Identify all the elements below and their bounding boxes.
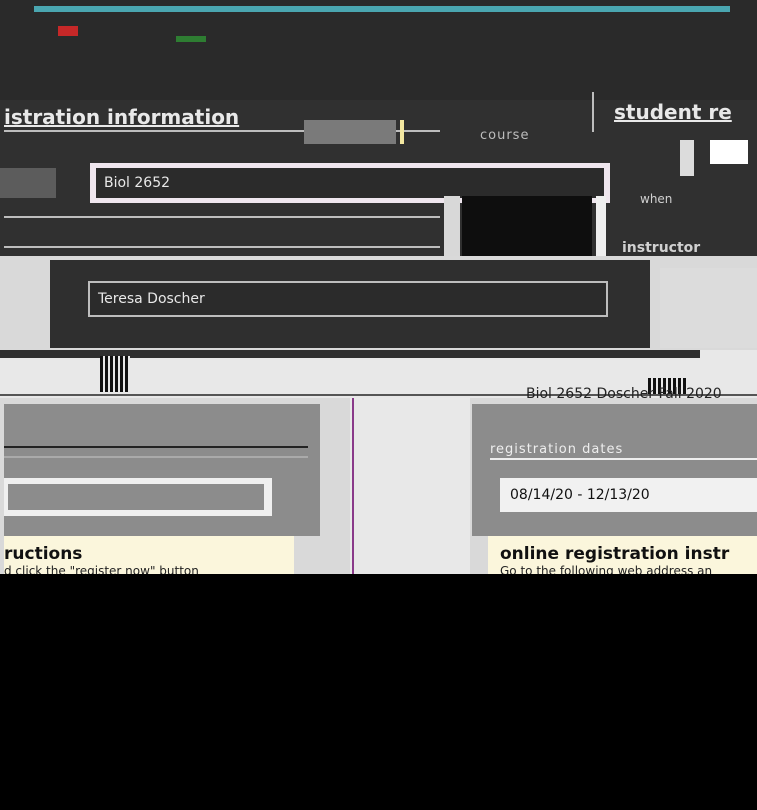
online-registration-heading: online registration instr [500, 544, 730, 564]
divider-block [400, 120, 404, 144]
blank-region [0, 574, 757, 810]
decorative-block [596, 196, 606, 256]
left-details-panel [4, 404, 320, 536]
decorative-block [0, 168, 56, 198]
divider [4, 246, 440, 248]
registration-dates-field[interactable]: 08/14/20 - 12/13/20 [500, 478, 757, 512]
course-label: course [480, 128, 530, 143]
center-column [350, 398, 470, 574]
instructions-heading: ructions [4, 544, 83, 564]
course-field[interactable]: Biol 2652 [96, 168, 604, 198]
decorative-block [680, 140, 694, 176]
decorative-block [444, 196, 460, 256]
instructor-field[interactable]: Teresa Doscher [88, 281, 608, 317]
decorative-block [660, 268, 757, 348]
divider [4, 446, 308, 448]
divider [4, 456, 308, 458]
decorative-block [710, 140, 748, 164]
left-field[interactable] [8, 484, 264, 510]
student-record-heading: student re [592, 92, 757, 132]
decorative-block [462, 196, 592, 256]
decorative-block [100, 356, 130, 392]
divider [352, 398, 354, 574]
divider [490, 458, 757, 460]
top-navigation-right[interactable] [530, 38, 745, 56]
divider-block [304, 120, 396, 144]
accent-stripe [34, 6, 730, 12]
divider [4, 216, 440, 218]
right-details-panel [472, 404, 757, 536]
when-label: when [640, 192, 673, 206]
